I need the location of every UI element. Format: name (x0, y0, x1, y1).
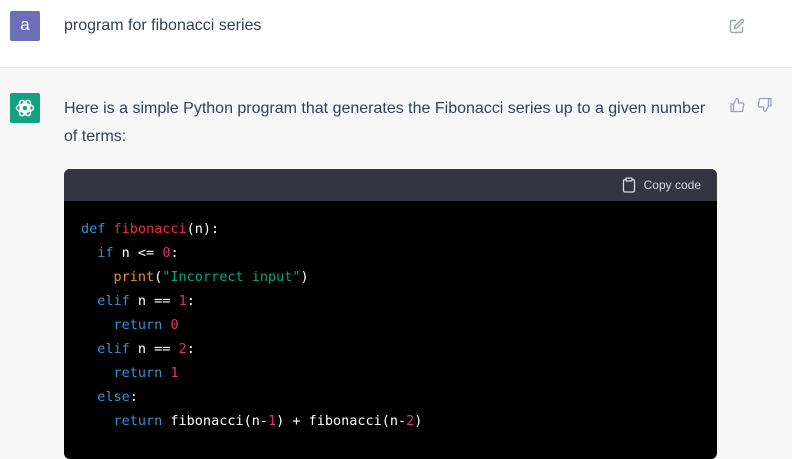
thumbs-down-icon[interactable] (757, 97, 773, 113)
thumbs-up-icon[interactable] (729, 97, 745, 113)
openai-logo-icon (15, 99, 35, 117)
assistant-avatar (10, 93, 40, 123)
copy-code-label: Copy code (643, 178, 701, 192)
assistant-intro-text: Here is a simple Python program that gen… (64, 100, 706, 145)
user-message-row: a program for fibonacci series (0, 0, 792, 68)
code-line: elif n == 2: (97, 341, 195, 357)
code-line: def fibonacci(n): (81, 221, 220, 237)
edit-icon[interactable] (729, 18, 745, 34)
code-line: return 0 (113, 317, 179, 333)
user-prompt-text: program for fibonacci series (64, 17, 262, 34)
clipboard-icon (622, 177, 635, 193)
code-line: print("Incorrect input") (113, 269, 309, 285)
code-content: def fibonacci(n): if n <= 0: print("Inco… (64, 201, 717, 449)
user-avatar: a (10, 11, 40, 41)
code-line: if n <= 0: (97, 245, 179, 261)
code-block-header: Copy code (64, 169, 717, 201)
code-block: Copy code def fibonacci(n): if n <= 0: p… (64, 169, 717, 459)
code-line: return fibonacci(n-1) + fibonacci(n-2) (113, 413, 423, 429)
copy-code-button[interactable]: Copy code (622, 177, 701, 193)
code-line: return 1 (113, 365, 179, 381)
code-line: elif n == 1: (97, 293, 195, 309)
code-line: else: (97, 389, 138, 405)
